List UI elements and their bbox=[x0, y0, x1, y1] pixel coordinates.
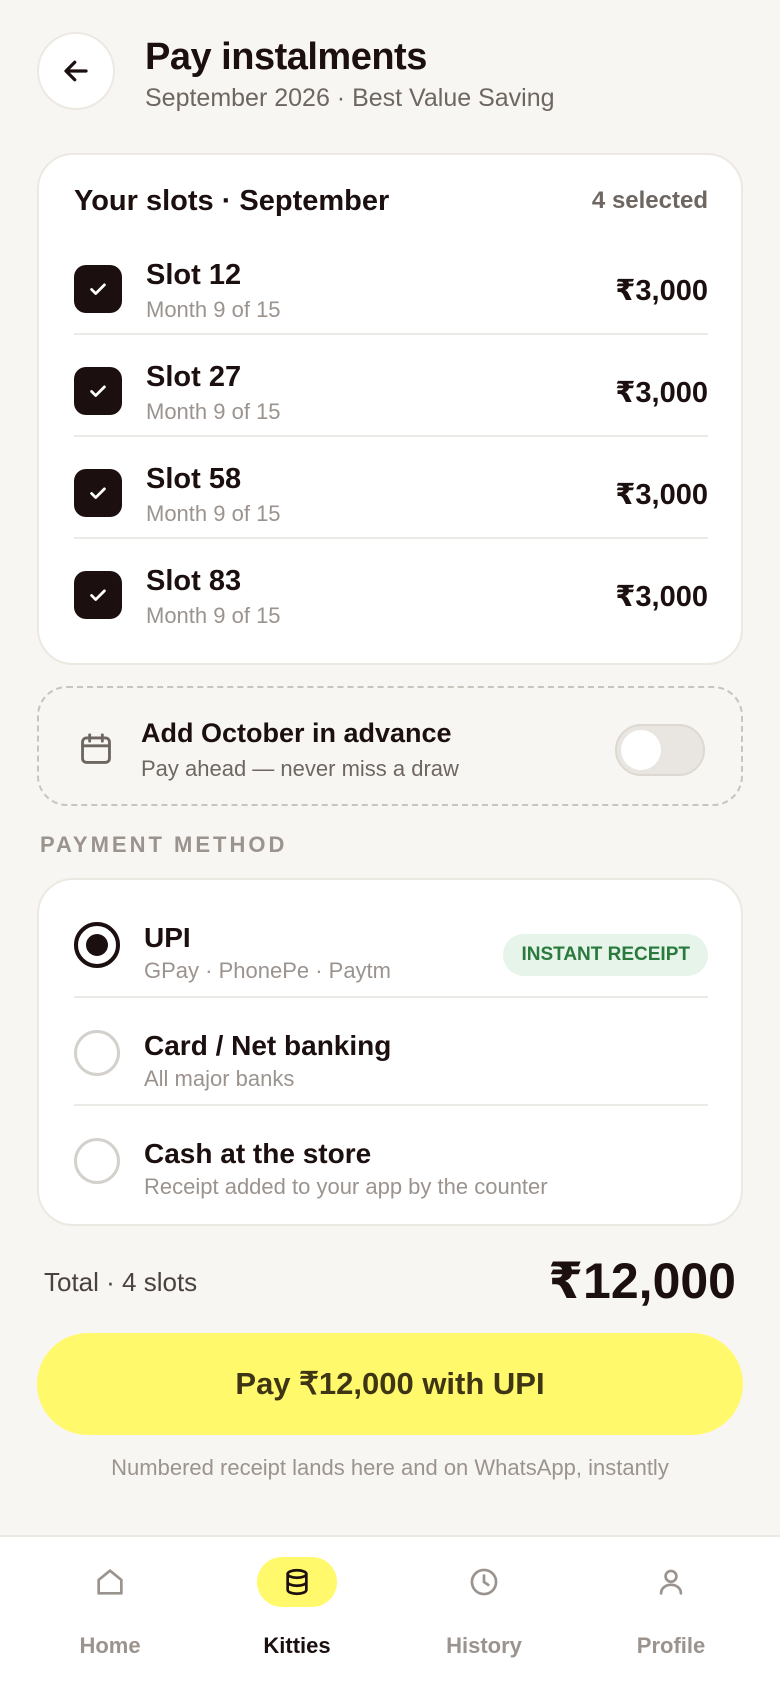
tab-profile[interactable]: Profile bbox=[601, 1537, 741, 1688]
receipt-note: Numbered receipt lands here and on Whats… bbox=[111, 1455, 669, 1480]
slot-checkbox[interactable] bbox=[74, 265, 122, 313]
total-label: Total · 4 slots bbox=[44, 1267, 198, 1297]
advance-payment-card[interactable]: Add October in advance Pay ahead — never… bbox=[37, 686, 743, 806]
tab-label: History bbox=[446, 1633, 522, 1658]
slot-meta: Month 9 of 15 bbox=[146, 399, 281, 424]
selected-count: 4 selected bbox=[591, 187, 708, 214]
radio-selected[interactable] bbox=[74, 922, 120, 968]
payment-option-name: UPI bbox=[144, 922, 191, 953]
payment-option-sub: GPay · PhonePe · Paytm bbox=[144, 958, 391, 983]
tab-icon-container bbox=[70, 1557, 150, 1607]
arrow-left-icon bbox=[64, 60, 88, 82]
payment-option-cash[interactable]: Cash at the store Receipt added to your … bbox=[74, 1106, 708, 1214]
tab-home[interactable]: Home bbox=[40, 1537, 180, 1688]
advance-title: Add October in advance bbox=[141, 718, 452, 748]
calendar-icon bbox=[81, 733, 111, 764]
tab-history[interactable]: History bbox=[414, 1537, 554, 1688]
slot-amount: ₹3,000 bbox=[615, 581, 708, 613]
instant-receipt-badge: INSTANT RECEIPT bbox=[503, 934, 708, 976]
tab-label: Kitties bbox=[263, 1633, 331, 1658]
checkmark-icon bbox=[90, 487, 106, 499]
pay-button[interactable]: Pay ₹12,000 with UPI bbox=[37, 1333, 743, 1435]
slot-checkbox[interactable] bbox=[74, 571, 122, 619]
checkmark-icon bbox=[90, 283, 106, 295]
slots-title: Your slots · September bbox=[74, 185, 390, 217]
slots-header: Your slots · September 4 selected bbox=[74, 185, 708, 225]
payment-option-card[interactable]: Card / Net banking All major banks bbox=[74, 998, 708, 1106]
slot-name: Slot 58 bbox=[146, 463, 242, 495]
slot-name: Slot 27 bbox=[146, 361, 242, 393]
user-icon bbox=[659, 1569, 683, 1595]
slot-row[interactable]: Slot 83 Month 9 of 15 ₹3,000 bbox=[74, 539, 708, 641]
payment-method-label: PAYMENT METHOD bbox=[40, 832, 288, 857]
tab-label: Profile bbox=[636, 1633, 706, 1658]
back-button[interactable] bbox=[37, 32, 115, 110]
slot-meta: Month 9 of 15 bbox=[146, 603, 281, 628]
toggle-knob bbox=[621, 730, 661, 770]
coins-stack-icon bbox=[286, 1568, 308, 1596]
total-amount: ₹12,000 bbox=[548, 1253, 736, 1309]
payment-methods-card: UPI GPay · PhonePe · Paytm INSTANT RECEI… bbox=[37, 878, 743, 1226]
payment-option-sub: All major banks bbox=[144, 1066, 295, 1091]
tab-kitties[interactable]: Kitties bbox=[227, 1537, 367, 1688]
slots-card: Your slots · September 4 selected Slot 1… bbox=[37, 153, 743, 665]
home-icon bbox=[97, 1569, 123, 1595]
radio-unselected[interactable] bbox=[74, 1030, 120, 1076]
slot-meta: Month 9 of 15 bbox=[146, 297, 281, 322]
slot-amount: ₹3,000 bbox=[615, 479, 708, 511]
header: Pay instalments September 2026 · Best Va… bbox=[37, 32, 743, 112]
payment-option-sub: Receipt added to your app by the counter bbox=[144, 1174, 548, 1199]
tab-label: Home bbox=[79, 1633, 141, 1658]
payment-option-name: Cash at the store bbox=[144, 1138, 372, 1169]
payment-option-upi[interactable]: UPI GPay · PhonePe · Paytm INSTANT RECEI… bbox=[74, 890, 708, 998]
tab-icon-container bbox=[631, 1557, 711, 1607]
tab-icon-container bbox=[257, 1557, 337, 1607]
slot-amount: ₹3,000 bbox=[615, 377, 708, 409]
slot-name: Slot 83 bbox=[146, 565, 242, 597]
tab-icon-container bbox=[444, 1557, 524, 1607]
radio-unselected[interactable] bbox=[74, 1138, 120, 1184]
bottom-tab-bar: Home Kitties History Profile bbox=[0, 1535, 780, 1688]
slot-meta: Month 9 of 15 bbox=[146, 501, 281, 526]
advance-subtitle: Pay ahead — never miss a draw bbox=[141, 756, 459, 781]
clock-icon bbox=[470, 1568, 498, 1596]
page-subtitle: September 2026 · Best Value Saving bbox=[145, 84, 555, 112]
page-title: Pay instalments bbox=[145, 36, 427, 78]
slot-row[interactable]: Slot 58 Month 9 of 15 ₹3,000 bbox=[74, 437, 708, 539]
slot-row[interactable]: Slot 12 Month 9 of 15 ₹3,000 bbox=[74, 233, 708, 335]
advance-toggle[interactable] bbox=[615, 724, 705, 776]
slot-name: Slot 12 bbox=[146, 259, 242, 291]
slot-row[interactable]: Slot 27 Month 9 of 15 ₹3,000 bbox=[74, 335, 708, 437]
payment-option-name: Card / Net banking bbox=[144, 1030, 392, 1061]
slot-amount: ₹3,000 bbox=[615, 275, 708, 307]
slot-checkbox[interactable] bbox=[74, 469, 122, 517]
slot-checkbox[interactable] bbox=[74, 367, 122, 415]
checkmark-icon bbox=[90, 589, 106, 601]
checkmark-icon bbox=[90, 385, 106, 397]
